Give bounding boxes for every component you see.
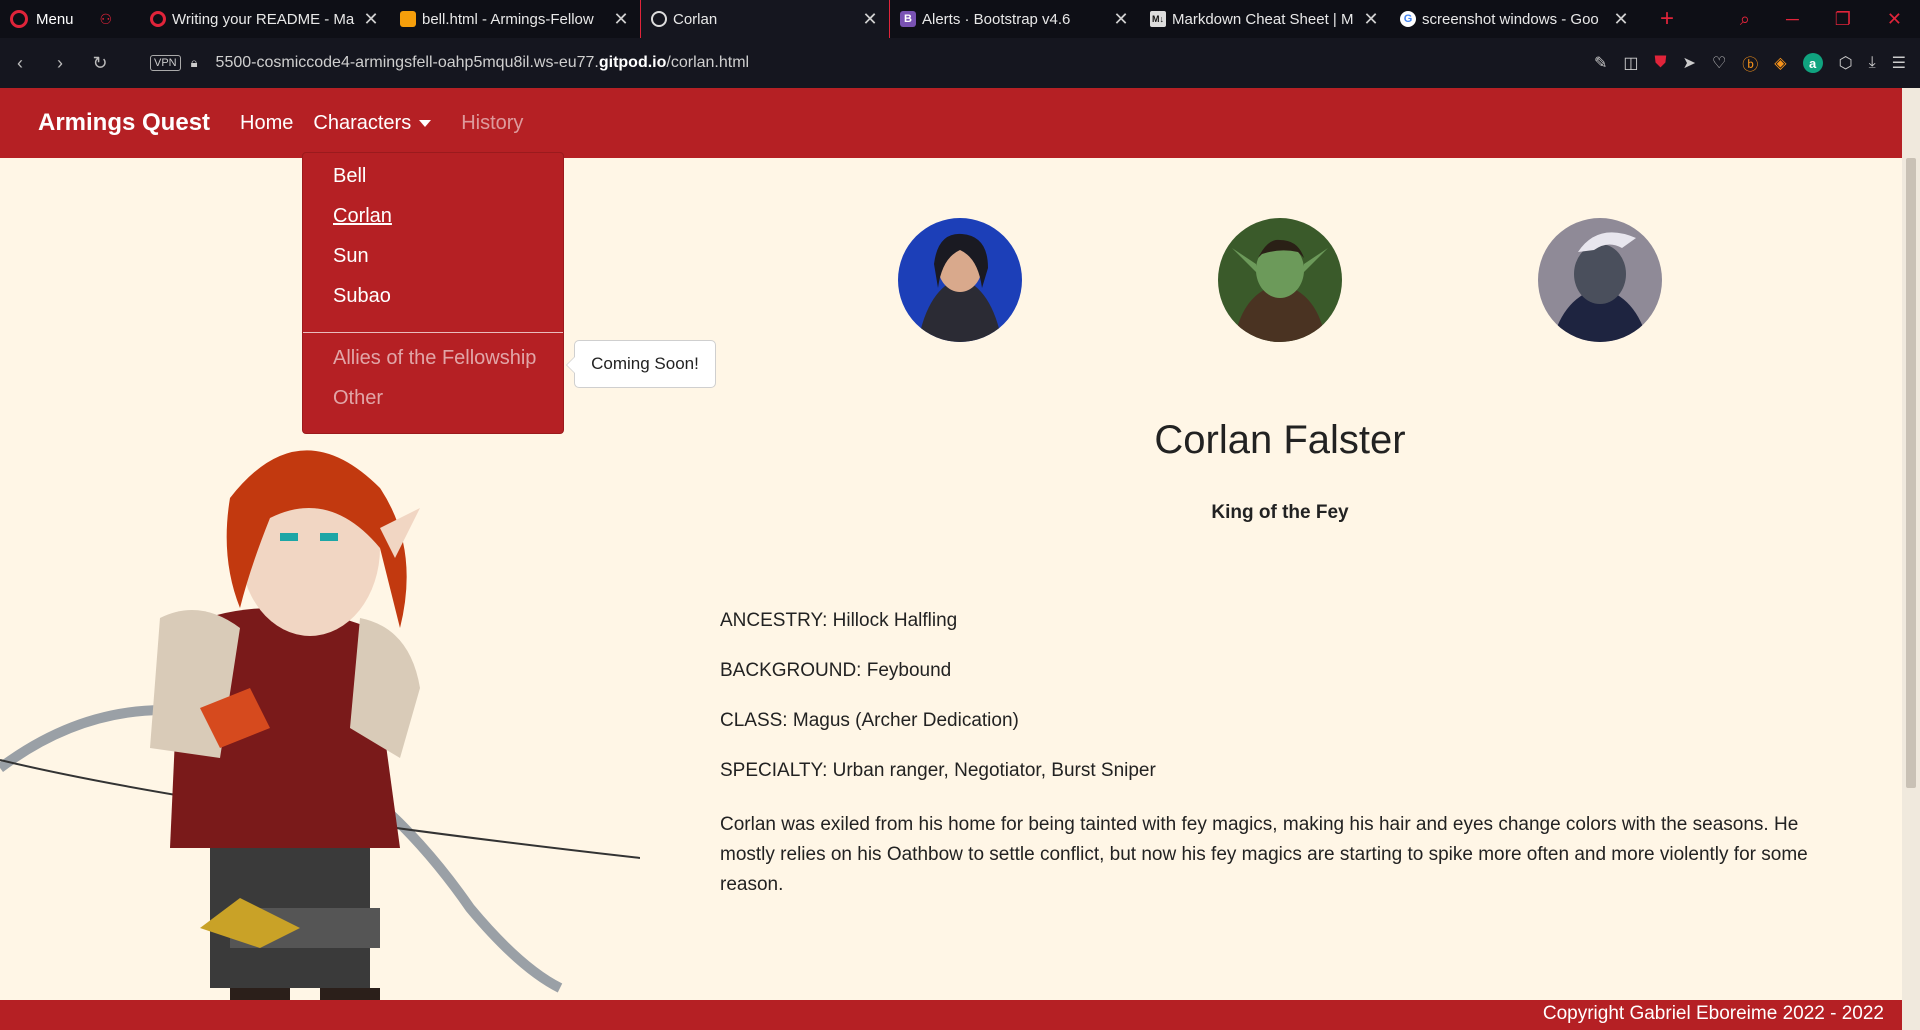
portrait-bell[interactable] — [898, 218, 1022, 342]
character-illustration — [0, 450, 640, 1030]
nav-characters: Characters — [313, 111, 412, 134]
browser-tab[interactable]: Writing your README - Ma ✕ — [140, 0, 390, 38]
portrait-subao[interactable] — [1538, 218, 1662, 342]
opera-menu-button[interactable]: Menu ⚇ — [0, 0, 140, 38]
page-viewport: Armings Quest Home Characters History Co… — [0, 88, 1902, 1030]
character-bio: Corlan was exiled from his home for bein… — [720, 814, 1808, 895]
opera-logo-icon — [10, 10, 28, 28]
browser-tab[interactable]: M↓ Markdown Cheat Sheet | M ✕ — [1140, 0, 1390, 38]
camera-icon[interactable]: ◫ — [1623, 53, 1638, 73]
send-icon[interactable]: ➤ — [1683, 53, 1696, 73]
minimize-icon[interactable]: ─ — [1786, 9, 1799, 30]
lock-icon[interactable]: 🔒︎ — [191, 55, 198, 71]
window-controls: ⌕ ─ ❐ ✕ — [1740, 0, 1920, 38]
close-icon[interactable]: ✕ — [1112, 9, 1130, 30]
character-name: Corlan Falster — [1154, 418, 1406, 462]
reload-icon[interactable]: ↻ — [80, 53, 120, 74]
extension-b-icon[interactable]: ⓑ — [1742, 51, 1758, 75]
tab-title: bell.html - Armings-Fellow — [422, 10, 594, 28]
stat-specialty: SPECIALTY: Urban ranger, Negotiator, Bur… — [720, 760, 1156, 781]
caret-down-icon — [419, 119, 432, 127]
dropdown-item-bell[interactable]: Bell — [333, 165, 366, 188]
browser-tab-active[interactable]: Corlan ✕ — [640, 0, 890, 38]
url-path: /corlan.html — [666, 54, 750, 71]
nav-home[interactable]: Home — [240, 112, 293, 135]
restore-icon[interactable]: ❐ — [1835, 9, 1851, 30]
browser-tab[interactable]: G screenshot windows - Goo ✕ — [1390, 0, 1640, 38]
stat-class: CLASS: Magus (Archer Dedication) — [720, 710, 1019, 731]
close-icon[interactable]: ✕ — [1612, 9, 1630, 30]
characters-dropdown-menu: Bell Corlan Sun Subao Allies of the Fell… — [302, 152, 564, 434]
bootstrap-icon: B — [900, 11, 916, 27]
url-domain: gitpod.io — [598, 54, 667, 71]
browser-tab[interactable]: B Alerts · Bootstrap v4.6 ✕ — [890, 0, 1140, 38]
character-title: King of the Fey — [1211, 502, 1349, 523]
google-icon: G — [1400, 11, 1416, 27]
cube-icon[interactable]: ⬡ — [1839, 53, 1853, 73]
coming-soon-tooltip: Coming Soon! — [566, 340, 716, 388]
page-scrollbar[interactable] — [1902, 88, 1920, 1030]
dropdown-item-other[interactable]: Other — [333, 387, 383, 410]
url-prefix: 5500-cosmiccode4-armingsfell-oahp5mqu8il… — [215, 54, 599, 71]
markdown-icon: M↓ — [1150, 11, 1166, 27]
dropdown-item-allies[interactable]: Allies of the Fellowship — [333, 347, 536, 370]
site-navbar: Armings Quest Home Characters History — [0, 88, 1902, 158]
edit-icon[interactable]: ✎ — [1594, 53, 1607, 73]
search-icon[interactable]: ⌕ — [1740, 9, 1750, 30]
vpn-badge[interactable]: VPN — [150, 55, 181, 71]
forward-icon[interactable]: › — [40, 53, 80, 74]
settings-icon[interactable]: ☰ — [1892, 53, 1906, 73]
heart-icon[interactable]: ♡ — [1712, 53, 1726, 73]
site-footer: Copyright Gabriel Eboreime 2022 - 2022 — [0, 1000, 1902, 1030]
footer-copyright: Copyright Gabriel Eboreime 2022 - 2022 — [1542, 1003, 1884, 1024]
tab-title: Corlan — [673, 10, 718, 28]
globe-icon — [651, 11, 667, 27]
address-bar: ‹ › ↻ VPN 🔒︎ 5500-cosmiccode4-armingsfel… — [0, 38, 1920, 88]
gitpod-extension-icon[interactable]: ◈ — [1774, 53, 1786, 73]
back-icon[interactable]: ‹ — [0, 53, 40, 74]
url-field[interactable]: 5500-cosmiccode4-armingsfell-oahp5mqu8il… — [216, 54, 750, 72]
close-icon[interactable]: ✕ — [362, 9, 380, 30]
nav-characters-toggle[interactable]: Characters — [313, 111, 432, 135]
close-window-icon[interactable]: ✕ — [1887, 9, 1902, 30]
gitpod-icon — [400, 11, 416, 27]
tab-title: screenshot windows - Goo — [1422, 10, 1599, 28]
shield-icon[interactable]: ⛊ — [1655, 54, 1667, 72]
dropdown-item-corlan[interactable]: Corlan — [333, 205, 392, 228]
toolbar-icons: ✎ ◫ ⛊ ➤ ♡ ⓑ ◈ a ⬡ ⤓ ☰ — [1594, 38, 1906, 88]
site-brand[interactable]: Armings Quest — [38, 109, 210, 137]
opera-icon — [150, 11, 166, 27]
tab-title: Alerts · Bootstrap v4.6 — [922, 10, 1071, 28]
browser-tab[interactable]: bell.html - Armings-Fellow ✕ — [390, 0, 640, 38]
download-icon[interactable]: ⤓ — [1869, 54, 1876, 72]
tab-title: Writing your README - Ma — [172, 10, 355, 28]
menu-label: Menu — [36, 10, 74, 28]
gx-controller-icon[interactable]: ⚇ — [100, 11, 113, 28]
dropdown-item-sun[interactable]: Sun — [333, 245, 369, 268]
nav-history[interactable]: History — [461, 112, 523, 135]
scrollbar-thumb[interactable] — [1906, 158, 1916, 788]
tab-title: Markdown Cheat Sheet | M — [1172, 10, 1354, 28]
portrait-sun[interactable] — [1218, 218, 1342, 342]
close-icon[interactable]: ✕ — [1362, 9, 1380, 30]
stat-ancestry: ANCESTRY: Hillock Halfling — [720, 610, 958, 631]
close-icon[interactable]: ✕ — [612, 9, 630, 30]
close-icon[interactable]: ✕ — [861, 9, 879, 30]
new-tab-icon[interactable]: + — [1660, 5, 1674, 33]
dropdown-item-subao[interactable]: Subao — [333, 285, 391, 308]
dropdown-divider — [303, 332, 563, 333]
browser-tab-strip: Menu ⚇ Writing your README - Ma ✕ bell.h… — [0, 0, 1920, 38]
stat-background: BACKGROUND: Feybound — [720, 660, 952, 681]
grammarly-icon[interactable]: a — [1802, 53, 1823, 73]
